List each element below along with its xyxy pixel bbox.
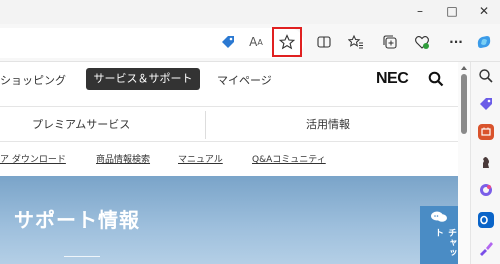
- add-favorite-star-icon[interactable]: [275, 30, 299, 54]
- scroll-up-icon[interactable]: [460, 64, 468, 72]
- shopping-tag-icon[interactable]: [216, 30, 240, 54]
- quick-links: ア ダウンロード 商品情報検索 マニュアル Q&Aコミュニティ: [0, 144, 458, 174]
- link-download[interactable]: ア ダウンロード: [0, 152, 66, 165]
- tab-usage-info[interactable]: 活用情報: [306, 116, 350, 132]
- browser-essentials-icon[interactable]: [410, 30, 434, 54]
- sidebar-games-icon[interactable]: [478, 154, 494, 170]
- hero-underline: [64, 256, 100, 257]
- edge-sidebar: [470, 62, 500, 264]
- title-bar: – □ ✕: [0, 0, 500, 24]
- tab-divider: [205, 111, 206, 139]
- hero-title: サポート情報: [14, 208, 140, 232]
- read-aloud-icon[interactable]: AA: [244, 30, 268, 54]
- chat-bubble-icon: [431, 211, 447, 222]
- close-button[interactable]: ✕: [464, 0, 500, 24]
- favorites-icon[interactable]: [344, 30, 368, 54]
- nec-logo[interactable]: NEC: [376, 70, 409, 88]
- nav-shopping[interactable]: ショッピング: [0, 72, 66, 88]
- link-manual[interactable]: マニュアル: [178, 152, 223, 165]
- nav-mypage[interactable]: マイページ: [217, 72, 272, 88]
- sidebar-shopping-icon[interactable]: [478, 96, 494, 112]
- sidebar-designer-icon[interactable]: [478, 240, 494, 256]
- page-content: ショッピング サービス＆サポート マイページ NEC プレミアムサービス 活用情…: [0, 62, 458, 264]
- site-nav: ショッピング サービス＆サポート マイページ NEC: [0, 62, 458, 98]
- chat-label: チャット: [433, 228, 456, 258]
- search-icon[interactable]: [428, 71, 444, 87]
- more-menu-icon[interactable]: ···: [444, 30, 468, 54]
- link-qa-community[interactable]: Q&Aコミュニティ: [252, 152, 326, 165]
- tab-premium-service[interactable]: プレミアムサービス: [32, 116, 130, 132]
- chat-button[interactable]: チャット: [420, 206, 458, 264]
- page-scrollbar[interactable]: [458, 62, 470, 264]
- link-product-search[interactable]: 商品情報検索: [96, 152, 150, 165]
- sidebar-microsoft365-icon[interactable]: [478, 182, 494, 198]
- sidebar-outlook-icon[interactable]: [478, 212, 494, 228]
- hero-banner: サポート情報 チャット: [0, 176, 458, 264]
- scroll-thumb[interactable]: [461, 74, 467, 134]
- nav-service-support[interactable]: サービス＆サポート: [86, 68, 200, 90]
- browser-toolbar: AA ···: [0, 24, 500, 62]
- sidebar-tools-icon[interactable]: [478, 124, 494, 140]
- sub-tabs: プレミアムサービス 活用情報: [0, 106, 458, 142]
- split-screen-icon[interactable]: [312, 30, 336, 54]
- sidebar-search-icon[interactable]: [478, 68, 494, 84]
- collections-icon[interactable]: [378, 30, 402, 54]
- copilot-icon[interactable]: [472, 30, 496, 54]
